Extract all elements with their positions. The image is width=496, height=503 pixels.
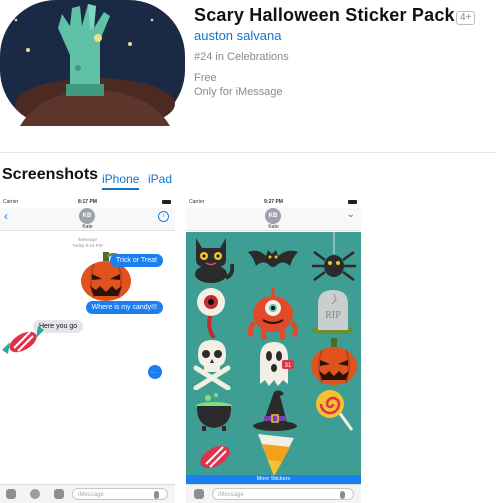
microphone-icon[interactable]	[154, 491, 159, 499]
back-chevron-icon[interactable]: ‹	[4, 210, 8, 222]
bat-sticker-icon[interactable]	[248, 244, 298, 272]
imessage-placeholder: iMessage	[78, 492, 104, 498]
message-input-bar: iMessage	[0, 484, 175, 503]
conversation-header: KB Kate ⌄	[186, 208, 361, 231]
availability-label: Only for iMessage	[194, 86, 283, 98]
candy-wrapper-sticker-icon[interactable]	[190, 438, 240, 476]
battery-icon	[162, 200, 171, 204]
battery-icon	[348, 200, 357, 204]
camera-icon[interactable]	[6, 489, 16, 499]
conversation-header: ‹ KB Kate i	[0, 208, 175, 231]
message-input-bar: iMessage	[186, 484, 361, 503]
price-label: Free	[194, 72, 217, 84]
app-store-icon[interactable]	[194, 489, 204, 499]
developer-link[interactable]: auston salvana	[194, 28, 281, 43]
message-bubble: Trick or Treat	[110, 254, 163, 267]
imessage-input[interactable]: iMessage	[212, 488, 354, 500]
message-text: ...	[151, 369, 156, 375]
tab-ipad[interactable]: iPad	[148, 172, 172, 186]
eyeball-sticker-icon[interactable]	[194, 286, 228, 338]
pumpkin-sticker-icon[interactable]	[310, 338, 358, 386]
candy-corn-sticker-icon[interactable]	[254, 430, 298, 476]
screenshot-iphone-conversation[interactable]: Carrier 8:17 PM ‹ KB Kate i iMessage Tod…	[0, 196, 175, 503]
status-bar: Carrier 9:27 PM	[186, 196, 361, 208]
date-label: Today 8:16 PM	[72, 243, 103, 248]
ghost-badge-text: 31	[285, 363, 292, 369]
category-rank[interactable]: #24 in Celebrations	[194, 51, 289, 63]
spider-sticker-icon[interactable]	[312, 232, 356, 284]
message-bubble: Where is my candy!!!	[85, 301, 163, 314]
avatar: KB	[265, 208, 281, 224]
message-timestamp: iMessage Today 8:16 PM	[0, 237, 175, 249]
info-icon[interactable]: i	[158, 211, 169, 222]
black-cat-sticker-icon[interactable]	[190, 234, 234, 284]
app-store-icon[interactable]	[54, 489, 64, 499]
status-bar: Carrier 8:17 PM	[0, 196, 175, 208]
imessage-placeholder: iMessage	[218, 492, 244, 498]
contact-name: Kate	[82, 224, 93, 230]
cauldron-sticker-icon[interactable]	[194, 392, 234, 432]
screenshot-iphone-stickers[interactable]: Carrier 9:27 PM KB Kate ⌄ RIP 31 More St…	[186, 196, 361, 503]
candy-sticker-icon	[2, 326, 44, 354]
skull-crossbones-sticker-icon[interactable]	[192, 340, 232, 390]
tombstone-text: RIP	[325, 310, 341, 321]
sticker-grid: RIP 31	[186, 232, 361, 476]
message-bubble: ...	[148, 365, 162, 379]
app-title: Scary Halloween Sticker Pack	[194, 5, 455, 25]
one-eyed-monster-sticker-icon[interactable]	[248, 286, 298, 340]
tombstone-sticker-icon[interactable]: RIP	[312, 288, 354, 334]
imessage-input[interactable]: iMessage	[72, 488, 168, 500]
collapse-chevron-icon[interactable]: ⌄	[347, 209, 355, 220]
screenshots-heading: Screenshots	[2, 166, 99, 183]
microphone-icon[interactable]	[340, 491, 345, 499]
digital-touch-icon[interactable]	[30, 489, 40, 499]
lollipop-sticker-icon[interactable]	[314, 388, 354, 432]
status-time: 9:27 PM	[264, 199, 283, 205]
tab-iphone[interactable]: iPhone	[102, 172, 140, 190]
avatar: KB	[79, 208, 95, 224]
more-stickers-button[interactable]: More Stickers	[186, 475, 361, 484]
contact-name: Kate	[268, 224, 279, 230]
witch-hat-sticker-icon[interactable]	[252, 388, 298, 432]
app-icon	[0, 0, 185, 130]
age-rating-badge: 4+	[456, 11, 476, 25]
status-time: 8:17 PM	[78, 199, 97, 205]
section-divider	[0, 152, 496, 153]
ghost-sticker-icon[interactable]: 31	[252, 340, 296, 388]
